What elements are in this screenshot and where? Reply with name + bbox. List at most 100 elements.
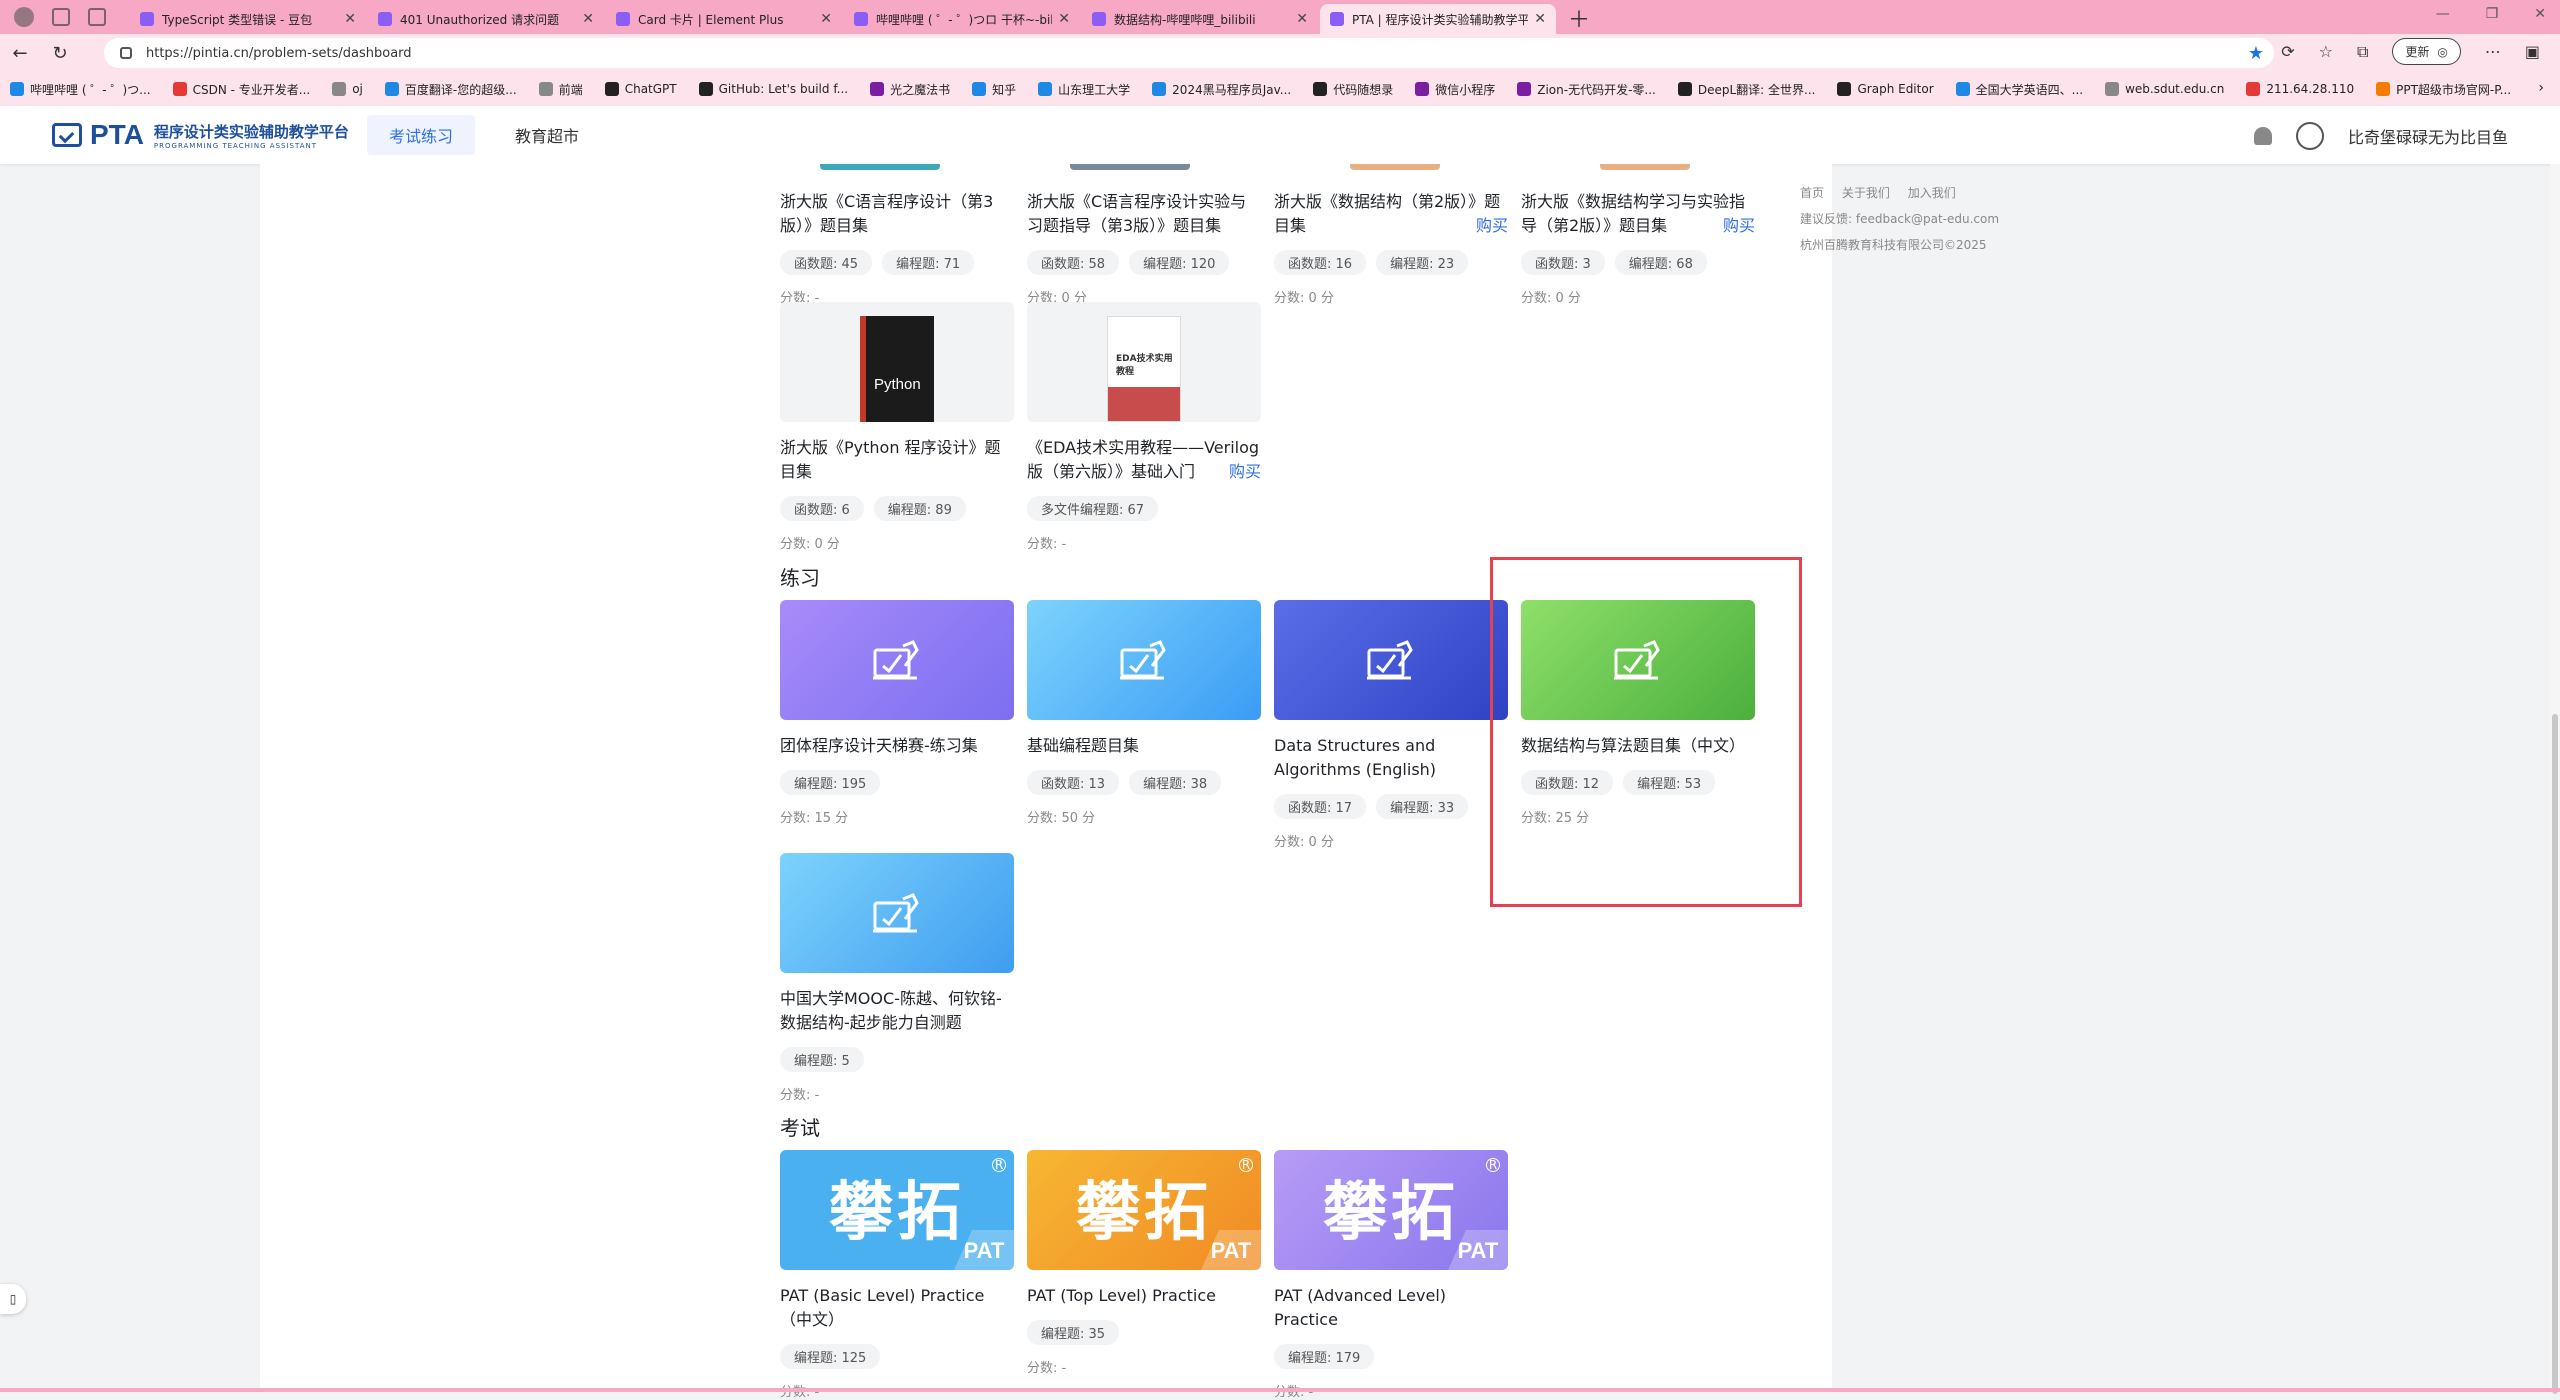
book-cover: EDA技术实用教程 — [1027, 302, 1261, 422]
buy-link[interactable]: 购买 — [1476, 214, 1508, 238]
bookmark-item[interactable]: 2024黑马程序员Jav... — [1152, 81, 1291, 98]
bookmark-item[interactable]: Zion-无代码开发-零... — [1517, 81, 1656, 98]
avatar[interactable] — [2295, 122, 2324, 150]
close-icon[interactable]: ✕ — [820, 11, 832, 27]
github-icon — [698, 82, 713, 96]
bookmark-item[interactable]: 微信小程序 — [1415, 81, 1495, 98]
card-score: 分数: 15 分 — [780, 811, 849, 826]
scrollbar-thumb[interactable] — [2552, 714, 2558, 1394]
problem-set-card[interactable]: Data Structures and Algorithms (English)… — [1274, 600, 1508, 850]
problem-set-card[interactable]: 浙大版《数据结构学习与实验指导（第2版）》题目集 购买 函数题: 3 编程题: 68… — [1521, 176, 1755, 306]
bookmark-folder[interactable]: oj — [332, 82, 363, 96]
close-icon[interactable]: ✕ — [1534, 11, 1546, 27]
bookmarks-more-icon[interactable]: › — [2538, 80, 2544, 96]
new-tab-icon[interactable]: ＋ — [1568, 2, 1590, 34]
problem-set-card[interactable]: 浙大版《数据结构（第2版）》题目集 购买 函数题: 16 编程题: 23 分数: 0… — [1274, 176, 1508, 306]
card-title: 团体程序设计天梯赛-练习集 — [780, 736, 978, 755]
bookmark-folder[interactable]: 前端 — [538, 81, 583, 98]
bookmark-item[interactable]: web.sdut.edu.cn — [2105, 82, 2224, 96]
bookmark-item[interactable]: 百度翻译-您的超级... — [384, 81, 517, 98]
profile-icon[interactable] — [14, 7, 34, 27]
more-icon[interactable]: ⋯ — [2485, 42, 2501, 61]
browser-tab[interactable]: 数据结构-哔哩哔哩_bilibili ✕ — [1082, 4, 1318, 34]
bookmark-star-icon[interactable]: ★ — [2248, 43, 2264, 64]
browser-tab[interactable]: 401 Unauthorized 请求问题 ✕ — [368, 4, 604, 34]
bookmark-favicon-icon — [1152, 82, 1167, 96]
close-icon[interactable]: ✕ — [582, 11, 594, 27]
tag: 编程题: 33 — [1376, 794, 1469, 819]
footer-feedback: 建议反馈: feedback@pat-edu.com — [1800, 212, 2000, 226]
problem-set-card[interactable]: 基础编程题目集 函数题: 13 编程题: 38 分数: 50 分 — [1027, 600, 1261, 826]
folder-icon — [332, 82, 347, 96]
pta-logo[interactable]: PTA 程序设计类实验辅助教学平台 PROGRAMMING TEACHING A… — [52, 119, 349, 151]
bookmark-item[interactable]: DeepL翻译: 全世界... — [1677, 81, 1815, 98]
bookmark-favicon-icon — [384, 82, 399, 96]
bookmark-item[interactable]: ChatGPT — [604, 82, 677, 96]
back-icon[interactable]: ← — [0, 43, 40, 64]
problem-set-card[interactable]: 中国大学MOOC-陈越、何钦铭-数据结构-起步能力自测题 编程题: 5 分数: … — [780, 853, 1014, 1103]
bookmark-item[interactable]: 知乎 — [972, 81, 1016, 98]
workspaces-icon[interactable] — [52, 8, 70, 26]
bookmark-item[interactable]: Graph Editor — [1837, 82, 1934, 96]
tag: 函数题: 17 — [1274, 794, 1367, 819]
problem-set-card[interactable]: 浙大版《C语言程序设计实验与习题指导（第3版）》题目集 函数题: 58 编程题: … — [1027, 176, 1261, 306]
problem-set-card[interactable]: EDA技术实用教程 《EDA技术实用教程——Verilog版（第六版）》基础入门… — [1027, 302, 1261, 552]
bookmark-item[interactable]: 哔哩哔哩 ( ゜- ゜)つ... — [10, 81, 151, 98]
window-bottom-border — [0, 1388, 2560, 1392]
maximize-icon[interactable]: ❐ — [2486, 6, 2499, 22]
minimize-icon[interactable]: — — [2436, 6, 2450, 22]
buy-link[interactable]: 购买 — [1723, 214, 1755, 238]
bookmark-item[interactable]: CSDN - 专业开发者... — [172, 81, 310, 98]
problem-set-card[interactable]: 浙大版《C语言程序设计（第3版）》题目集 函数题: 45 编程题: 71 分数: … — [780, 176, 1014, 306]
problem-set-card[interactable]: 攀拓 PAT R PAT (Advanced Level) Practice 编… — [1274, 1150, 1508, 1400]
bookmark-item[interactable]: GitHub: Let's build f... — [698, 82, 848, 96]
browser-tab-active[interactable]: PTA | 程序设计类实验辅助教学平台 ✕ — [1320, 4, 1556, 34]
card-title: 浙大版《数据结构学习与实验指导（第2版）》题目集 — [1521, 192, 1746, 235]
side-panel-handle-icon[interactable]: ▯ — [0, 1284, 26, 1314]
bell-icon[interactable] — [2253, 127, 2272, 145]
reload-icon[interactable]: ↻ — [40, 43, 80, 64]
problem-set-card[interactable]: 团体程序设计天梯赛-练习集 编程题: 195 分数: 15 分 — [780, 600, 1014, 826]
bookmark-item[interactable]: 光之魔法书 — [870, 81, 950, 98]
collections-icon[interactable]: ⧉ — [2357, 42, 2368, 62]
cover-strip — [1600, 164, 1690, 170]
bookmark-item[interactable]: PPT超级市场官网-P... — [2376, 81, 2511, 98]
close-icon[interactable]: ✕ — [1296, 11, 1308, 27]
browser-tab[interactable]: 哔哩哔哩 ( ゜- ゜)つロ 干杯~-bilibili✕ — [844, 4, 1080, 34]
update-button[interactable]: 更新 ◎ — [2392, 38, 2461, 65]
bookmark-item[interactable]: 山东理工大学 — [1038, 81, 1130, 98]
pat-cover: 攀拓 PAT R — [780, 1150, 1014, 1270]
close-icon[interactable]: ✕ — [1058, 11, 1070, 27]
bookmark-item[interactable]: 211.64.28.110 — [2246, 82, 2354, 96]
card-score: 分数: 0 分 — [1521, 291, 1581, 306]
problem-set-card[interactable]: Python 浙大版《Python 程序设计》题目集 函数题: 6 编程题: 89… — [780, 302, 1014, 552]
close-window-icon[interactable]: ✕ — [2534, 6, 2546, 22]
bookmark-item[interactable]: 全国大学英语四、... — [1955, 81, 2083, 98]
nav-tab-exam-practice[interactable]: 考试练习 — [366, 115, 475, 155]
problem-set-card[interactable]: 攀拓 PAT R PAT (Top Level) Practice 编程题: 3… — [1027, 1150, 1261, 1376]
footer-link-about[interactable]: 关于我们 — [1842, 186, 1890, 200]
extensions-icon[interactable]: ⟳ — [2281, 42, 2294, 61]
browser-tab[interactable]: TypeScript 类型错误 - 豆包 ✕ — [130, 4, 366, 34]
tab-actions-icon[interactable] — [88, 8, 106, 26]
username[interactable]: 比奇堡碌碌无为比目鱼 — [2348, 124, 2508, 148]
footer-link-home[interactable]: 首页 — [1800, 186, 1824, 200]
tab-favicon-icon — [1330, 12, 1344, 26]
nav-tab-edu-market[interactable]: 教育超市 — [493, 115, 601, 155]
registered-icon: R — [992, 1158, 1006, 1172]
problem-set-card[interactable]: 攀拓 PAT R PAT (Basic Level) Practice （中文）… — [780, 1150, 1014, 1400]
tag: 编程题: 35 — [1027, 1320, 1120, 1345]
browser-tab[interactable]: Card 卡片 | Element Plus ✕ — [606, 4, 842, 34]
bookmark-favicon-icon — [1677, 82, 1692, 96]
url-input[interactable]: https://pintia.cn/problem-sets/dashboard… — [104, 38, 2274, 68]
cover-strip — [1350, 164, 1440, 170]
buy-link[interactable]: 购买 — [1229, 460, 1261, 484]
bookmark-item[interactable]: 代码随想录 — [1313, 81, 1393, 98]
sidebar-icon[interactable]: ▣ — [2525, 42, 2540, 61]
tab-favicon-icon — [140, 12, 154, 26]
favorites-icon[interactable]: ☆ — [2319, 42, 2333, 61]
close-icon[interactable]: ✕ — [344, 11, 356, 27]
pta-logo-icon — [52, 123, 82, 147]
scrollbar[interactable] — [2550, 164, 2560, 1394]
footer-link-join[interactable]: 加入我们 — [1908, 186, 1956, 200]
